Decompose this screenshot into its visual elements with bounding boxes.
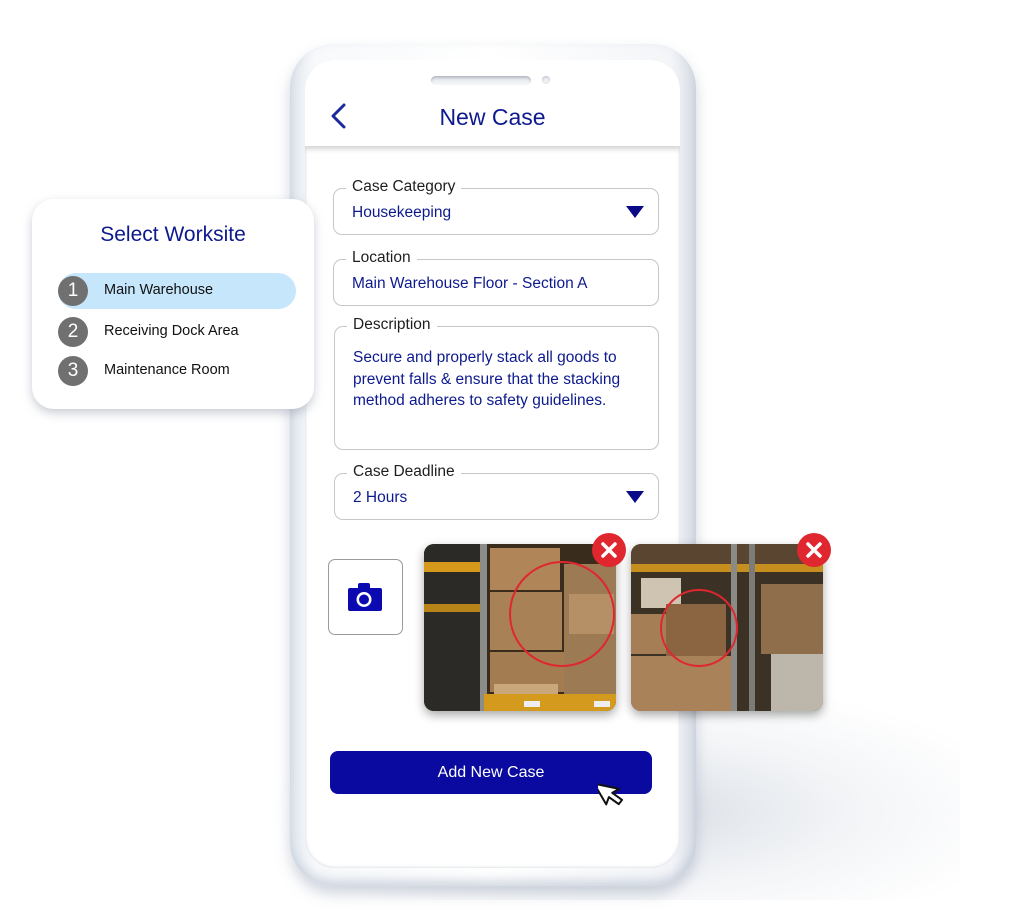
worksite-item-main-warehouse[interactable]: 1 Main Warehouse xyxy=(58,273,296,309)
location-field[interactable]: Location Main Warehouse Floor - Section … xyxy=(333,249,659,306)
remove-photo-button[interactable] xyxy=(592,533,626,567)
select-worksite-popup: Select Worksite 1 Main Warehouse 2 Recei… xyxy=(32,199,314,409)
page-title: New Case xyxy=(439,104,546,130)
worksite-item-label: Main Warehouse xyxy=(104,282,214,298)
phone-speaker xyxy=(431,76,531,85)
location-value: Main Warehouse Floor - Section A xyxy=(352,275,588,292)
app-header: New Case xyxy=(305,60,680,146)
warehouse-photo-image xyxy=(424,544,616,711)
worksite-item-label: Receiving Dock Area xyxy=(104,323,239,339)
description-field[interactable]: Description Secure and properly stack al… xyxy=(334,316,659,450)
case-deadline-label: Case Deadline xyxy=(347,463,461,481)
worksite-number-badge: 3 xyxy=(58,356,88,386)
close-icon xyxy=(601,542,617,558)
remove-photo-button[interactable] xyxy=(797,533,831,567)
caret-down-icon xyxy=(626,491,644,503)
attached-photo[interactable] xyxy=(631,544,823,711)
worksite-popup-title: Select Worksite xyxy=(100,223,246,246)
warehouse-photo-image xyxy=(631,544,823,711)
location-label: Location xyxy=(346,249,417,267)
mouse-pointer-icon xyxy=(598,782,624,806)
case-category-label: Case Category xyxy=(346,178,462,196)
case-category-select[interactable]: Case Category Housekeeping xyxy=(333,178,659,235)
worksite-item-maintenance-room[interactable]: 3 Maintenance Room xyxy=(58,353,296,389)
phone-screen: New Case Case Category Housekeeping Loca… xyxy=(305,60,680,868)
caret-down-icon xyxy=(626,206,644,218)
description-label: Description xyxy=(347,316,437,334)
case-category-value: Housekeeping xyxy=(352,204,452,221)
worksite-number-badge: 1 xyxy=(58,276,88,306)
case-deadline-value: 2 Hours xyxy=(353,489,408,506)
attached-photo[interactable] xyxy=(424,544,616,711)
add-photo-button[interactable] xyxy=(328,559,403,635)
worksite-number-badge: 2 xyxy=(58,317,88,347)
worksite-item-receiving-dock[interactable]: 2 Receiving Dock Area xyxy=(58,314,296,350)
phone-front-camera xyxy=(542,76,550,84)
description-value: Secure and properly stack all goods to p… xyxy=(353,349,621,409)
close-icon xyxy=(806,542,822,558)
worksite-item-label: Maintenance Room xyxy=(104,362,230,378)
case-deadline-select[interactable]: Case Deadline 2 Hours xyxy=(334,463,659,520)
camera-icon xyxy=(348,583,382,611)
